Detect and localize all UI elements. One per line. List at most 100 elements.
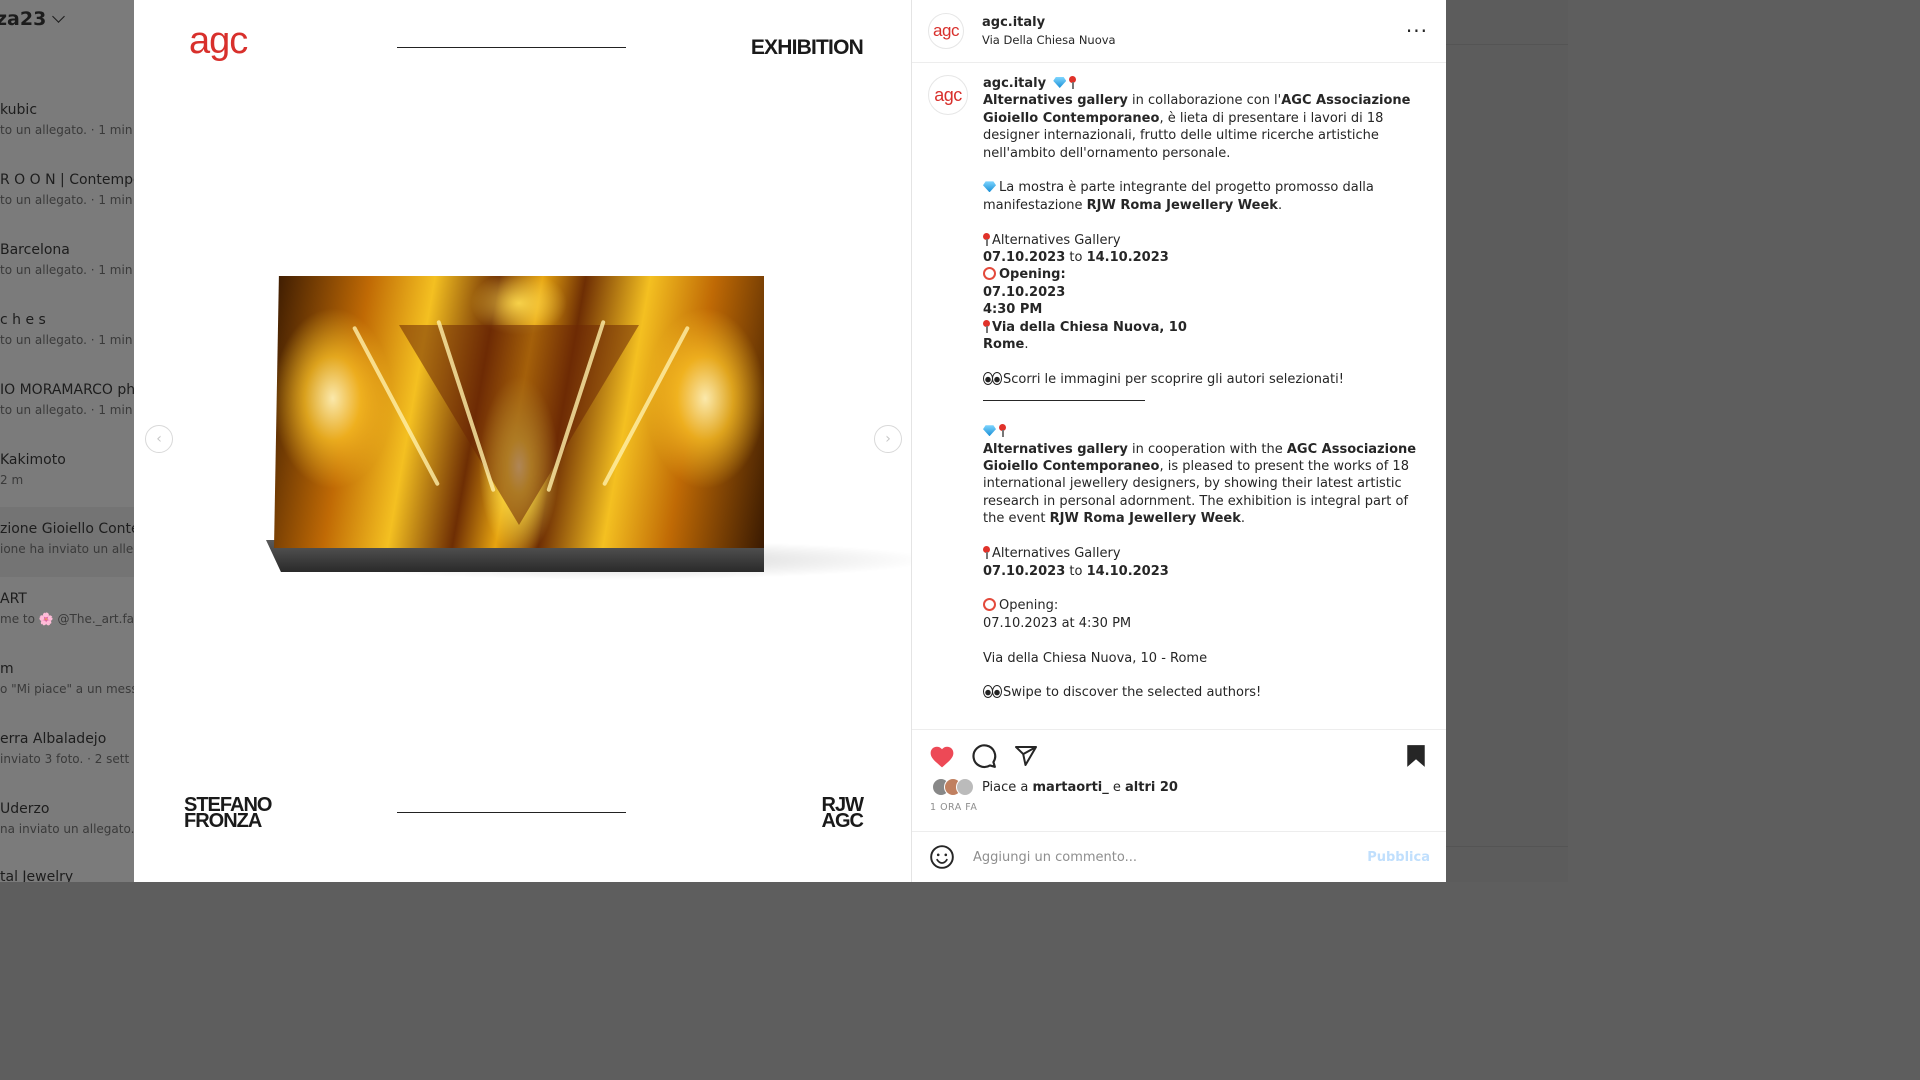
dm-list-item[interactable]: IO MORAMARCO ph to un allegato. · 1 min bbox=[0, 382, 134, 432]
artist-name-line: FRONZA bbox=[184, 810, 262, 832]
dm-list-item[interactable]: Barcelona to un allegato. · 1 min bbox=[0, 242, 134, 292]
dm-list-item[interactable]: ART me to 🌸 @The._art.fac bbox=[0, 591, 134, 641]
account-switcher[interactable]: za23 bbox=[0, 8, 66, 30]
paper-plane-icon bbox=[1015, 746, 1037, 766]
avatar[interactable]: agc bbox=[928, 13, 964, 49]
dm-list-item[interactable]: tal Jewelry bbox=[0, 869, 134, 882]
caption-bold: 14.10.2023 bbox=[1086, 563, 1169, 579]
page-background-right bbox=[1446, 0, 1568, 882]
likes-text: Piace a martaorti_ e altri 20 bbox=[982, 780, 1178, 795]
likes-others-link[interactable]: altri 20 bbox=[1125, 780, 1178, 795]
caption-bold: RJW Roma Jewellery Week bbox=[1049, 511, 1241, 527]
liker-username[interactable]: martaorti_ bbox=[1033, 780, 1109, 795]
dm-list-item[interactable]: c h e s to un allegato. · 1 min bbox=[0, 312, 134, 362]
dm-name: m bbox=[0, 661, 14, 677]
dm-list-item[interactable]: kubic to un allegato. · 1 min bbox=[0, 102, 134, 152]
dm-name: zione Gioiello Conte bbox=[0, 521, 134, 537]
post-header: agc agc.italy Via Della Chiesa Nuova ··· bbox=[912, 0, 1446, 63]
agc-logo: agc bbox=[189, 20, 248, 62]
caption-text: in cooperation with the bbox=[1127, 441, 1287, 457]
post-caption: agc.italy Alternatives gallery in collab… bbox=[983, 76, 1417, 701]
caption-text: Opening: bbox=[999, 598, 1059, 614]
dm-list-item[interactable]: R O O N | Contempo to un allegato. · 1 m… bbox=[0, 172, 134, 222]
dm-preview: inviato 3 foto. · 2 sett bbox=[0, 752, 130, 766]
dm-list-item[interactable]: Kakimoto 2 m bbox=[0, 452, 134, 502]
dm-list-item[interactable]: m o "Mi piace" a un messa bbox=[0, 661, 134, 711]
save-button[interactable] bbox=[1402, 742, 1430, 770]
caption-bold: Alternatives Gallery bbox=[992, 232, 1121, 248]
avatar[interactable]: agc bbox=[928, 75, 968, 115]
caption-text: to bbox=[1065, 250, 1087, 266]
likes-prefix: Piace a bbox=[982, 779, 1033, 795]
bookmark-icon bbox=[1407, 745, 1425, 767]
dm-list-item[interactable]: erra Albaladejo inviato 3 foto. · 2 sett bbox=[0, 731, 134, 781]
divider-line bbox=[397, 47, 626, 48]
dm-preview: to un allegato. · 1 min bbox=[0, 193, 133, 207]
dm-list-item-active[interactable]: zione Gioiello Conte ione ha inviato un … bbox=[0, 507, 134, 577]
dm-name: Kakimoto bbox=[0, 452, 66, 468]
divider-line bbox=[397, 812, 626, 813]
caption-text: in collaborazione con l' bbox=[1127, 93, 1282, 109]
liker-avatars bbox=[932, 778, 974, 796]
next-image-button[interactable]: › bbox=[874, 425, 902, 453]
comment-icon bbox=[972, 744, 997, 769]
dm-preview: o "Mi piace" a un messa bbox=[0, 682, 134, 696]
likes-summary[interactable]: Piace a martaorti_ e altri 20 bbox=[928, 778, 1430, 796]
caption-username[interactable]: agc.italy bbox=[983, 76, 1046, 91]
caption-bold: 07.10.2023 bbox=[983, 250, 1066, 266]
post-timestamp[interactable]: 1 ORA FA bbox=[930, 802, 1430, 813]
pin-icon bbox=[983, 546, 990, 560]
dm-name: erra Albaladejo bbox=[0, 731, 107, 747]
dm-preview: na inviato un allegato. · bbox=[0, 822, 134, 836]
dm-preview: to un allegato. · 1 min bbox=[0, 403, 133, 417]
share-button[interactable] bbox=[1012, 742, 1040, 770]
dm-name: Barcelona bbox=[0, 242, 70, 258]
dm-preview: ione ha inviato un allega bbox=[0, 542, 134, 556]
dm-name: tal Jewelry bbox=[0, 869, 74, 882]
caption-text: Via della Chiesa Nuova, 10 - Rome bbox=[983, 650, 1208, 666]
caption-bold: RJW Roma Jewellery Week bbox=[1086, 197, 1278, 213]
post-media: agc EXHIBITION ‹ › STEFANO FRONZA RJW AG… bbox=[134, 0, 912, 882]
post-username[interactable]: agc.italy bbox=[982, 15, 1406, 30]
heart-icon bbox=[930, 746, 954, 768]
dm-name: kubic bbox=[0, 102, 38, 118]
emoji-icon[interactable] bbox=[929, 844, 955, 870]
caption-bold: Alternatives gallery bbox=[983, 93, 1128, 109]
dm-preview: to un allegato. · 1 min bbox=[0, 263, 133, 277]
comment-button[interactable] bbox=[970, 742, 998, 770]
publish-button[interactable]: Pubblica bbox=[1367, 850, 1430, 865]
post-modal: agc EXHIBITION ‹ › STEFANO FRONZA RJW AG… bbox=[134, 0, 1446, 882]
caption-bold: 07.10.2023 bbox=[983, 563, 1066, 579]
chevron-down-icon bbox=[52, 9, 66, 23]
post-location[interactable]: Via Della Chiesa Nuova bbox=[982, 33, 1406, 47]
comment-input[interactable] bbox=[973, 849, 1368, 865]
dm-preview: 2 m bbox=[0, 473, 24, 487]
event-label: RJW AGC bbox=[783, 795, 864, 831]
caption-text: 07.10.2023 at 4:30 PM bbox=[983, 615, 1132, 631]
eyes-icon bbox=[983, 371, 1002, 385]
dm-name: c h e s bbox=[0, 312, 46, 328]
previous-image-button[interactable]: ‹ bbox=[145, 425, 173, 453]
caption-bold: Alternatives gallery bbox=[983, 441, 1128, 457]
caption-bold: Opening: bbox=[999, 267, 1066, 283]
caption-text: . bbox=[1277, 197, 1283, 213]
dm-preview: to un allegato. · 1 min bbox=[0, 123, 133, 137]
caption-bold: 07.10.2023 bbox=[983, 284, 1066, 300]
dm-name: IO MORAMARCO ph bbox=[0, 382, 134, 398]
like-button[interactable] bbox=[928, 742, 956, 770]
gem-icon bbox=[983, 425, 996, 437]
caption-bold: 14.10.2023 bbox=[1086, 250, 1169, 266]
artist-name: STEFANO FRONZA bbox=[184, 795, 324, 832]
dm-name: R O O N | Contempo bbox=[0, 172, 134, 188]
chevron-right-icon: › bbox=[885, 431, 891, 447]
pin-icon bbox=[999, 424, 1006, 438]
caption-text: Swipe to discover the selected authors! bbox=[1003, 685, 1262, 701]
chevron-left-icon: ‹ bbox=[156, 431, 162, 447]
account-name: za23 bbox=[0, 8, 47, 30]
caption-text: Alternatives Gallery bbox=[992, 546, 1121, 562]
dm-name: Uderzo bbox=[0, 801, 50, 817]
gem-icon bbox=[983, 181, 996, 193]
caption-text: . bbox=[1240, 511, 1246, 527]
more-options-icon[interactable]: ··· bbox=[1406, 21, 1428, 41]
dm-list-item[interactable]: Uderzo na inviato un allegato. · bbox=[0, 801, 134, 851]
